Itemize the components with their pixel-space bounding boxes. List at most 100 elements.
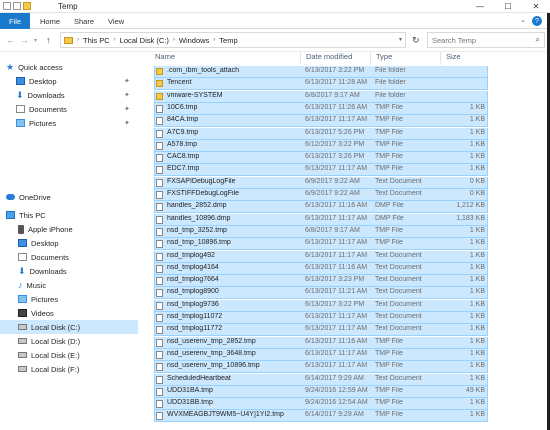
file-type: TMP File xyxy=(375,362,403,370)
file-name: nsd_tmplog9736 xyxy=(167,300,219,308)
file-row[interactable]: .com_ibm_tools_attach 6/13/2017 3:22 PM Fi… xyxy=(154,66,488,78)
file-row[interactable]: CAC8.tmp 6/13/2017 3:26 PM TMP File 1 KB xyxy=(154,152,488,165)
nav-local-disk-e[interactable]: Local Disk (E:) xyxy=(0,348,138,362)
tab-view[interactable]: View xyxy=(108,17,124,26)
file-row[interactable]: vmware-SYSTEM 6/8/2017 9:17 AM File folder xyxy=(154,90,488,103)
file-name: ScheduledHeartbeat xyxy=(167,374,231,382)
tab-home[interactable]: Home xyxy=(40,17,60,26)
nav-this-pc[interactable]: This PC xyxy=(0,208,138,222)
file-row[interactable]: nsd_tmplog4164 6/13/2017 11:16 AM Text Doc… xyxy=(154,262,488,275)
file-row[interactable]: 10C6.tmp 6/13/2017 11:26 AM TMP File 1 KB xyxy=(154,102,488,115)
file-row[interactable]: nsd_tmplog11072 6/13/2017 11:17 AM Text Do… xyxy=(154,312,488,324)
search-box[interactable]: ⌕ xyxy=(427,32,545,48)
file-row[interactable]: A7C9.tmp 6/13/2017 5:26 PM TMP File 1 KB xyxy=(154,127,488,140)
desktop-icon xyxy=(18,239,27,247)
nav-pc-downloads[interactable]: ⬇ Downloads xyxy=(0,264,138,278)
file-row[interactable]: nsd_tmplog11772 6/13/2017 11:17 AM Text Do… xyxy=(154,324,488,337)
file-icon xyxy=(156,227,163,236)
file-name: nsd_userenv_tmp_2852.tmp xyxy=(167,337,256,345)
close-button[interactable]: ✕ xyxy=(522,0,550,12)
pin-icon[interactable]: ✦ xyxy=(124,91,130,99)
nav-onedrive[interactable]: OneDrive xyxy=(0,190,138,204)
breadcrumb-local-disk-c[interactable]: Local Disk (C:) xyxy=(120,36,169,45)
file-row[interactable]: nsd_tmp_3252.tmp 6/8/2017 9:17 AM TMP File… xyxy=(154,225,488,238)
file-row[interactable]: FXSTIFFDebugLogFile 6/9/2017 9:22 AM Text … xyxy=(154,189,488,201)
disk-icon xyxy=(18,338,27,344)
nav-desktop[interactable]: Desktop ✦ xyxy=(0,74,138,88)
forward-icon[interactable]: → xyxy=(20,35,29,45)
file-row[interactable]: A578.tmp 6/12/2017 3:22 PM TMP File 1 KB xyxy=(154,139,488,152)
file-row[interactable]: EDC7.tmp 6/13/2017 11:17 AM TMP File 1 KB xyxy=(154,164,488,177)
file-row[interactable]: UDD31BB.tmp 9/24/2016 12:54 AM TMP File 1 K… xyxy=(154,398,488,411)
tab-share[interactable]: Share xyxy=(74,17,94,26)
column-divider[interactable] xyxy=(370,52,371,65)
expand-ribbon-icon[interactable]: ⌄ xyxy=(520,16,526,24)
pin-icon[interactable]: ✦ xyxy=(124,77,130,85)
address-bar[interactable]: › This PC › Local Disk (C:) › Windows › … xyxy=(60,32,406,48)
file-row[interactable]: ScheduledHeartbeat 6/14/2017 9:29 AM Text … xyxy=(154,373,488,386)
file-row[interactable]: nsd_userenv_tmp_10896.tmp 6/13/2017 11:17… xyxy=(154,361,488,374)
nav-pc-music[interactable]: ♪ Music xyxy=(0,278,138,292)
file-row[interactable]: nsd_tmplog492 6/13/2017 11:17 AM Text Docu… xyxy=(154,250,488,263)
column-header-size[interactable]: Size xyxy=(446,52,461,65)
column-header-date[interactable]: Date modified xyxy=(306,52,352,65)
nav-local-disk-f[interactable]: Local Disk (F:) xyxy=(0,362,138,376)
properties-icon[interactable] xyxy=(3,2,11,10)
minimize-button[interactable]: — xyxy=(466,0,494,12)
nav-apple-iphone[interactable]: Apple iPhone xyxy=(0,222,138,236)
nav-pc-documents[interactable]: Documents xyxy=(0,250,138,264)
breadcrumb-this-pc[interactable]: This PC xyxy=(83,36,110,45)
file-row[interactable]: UDD31BA.tmp 9/24/2016 12:59 AM TMP File 49 … xyxy=(154,385,488,398)
file-row[interactable]: handles_2852.dmp 6/13/2017 11:16 AM DMP Fi… xyxy=(154,201,488,214)
column-divider[interactable] xyxy=(300,52,301,65)
file-row[interactable]: nsd_userenv_tmp_2852.tmp 6/13/2017 11:16 … xyxy=(154,336,488,349)
file-row[interactable]: nsd_tmplog9736 6/13/2017 3:22 PM Text Docu… xyxy=(154,299,488,312)
breadcrumb-windows[interactable]: Windows xyxy=(179,36,209,45)
pin-icon[interactable]: ✦ xyxy=(124,119,130,127)
nav-local-disk-d[interactable]: Local Disk (D:) xyxy=(0,334,138,348)
file-row[interactable]: nsd_tmplog7664 6/13/2017 3:23 PM Text Docu… xyxy=(154,275,488,288)
chevron-right-icon[interactable]: › xyxy=(173,37,175,43)
file-type: Text Document xyxy=(375,190,422,197)
file-name: nsd_tmplog8900 xyxy=(167,288,219,296)
file-row[interactable]: nsd_userenv_tmp_3648.tmp 6/13/2017 11:17 … xyxy=(154,348,488,361)
nav-pc-pictures[interactable]: Pictures xyxy=(0,292,138,306)
nav-local-disk-c[interactable]: Local Disk (C:) xyxy=(0,320,138,334)
column-divider[interactable] xyxy=(440,52,441,65)
recent-locations-icon[interactable]: ▾ xyxy=(34,37,37,44)
up-icon[interactable]: ↑ xyxy=(46,35,51,45)
new-folder-icon[interactable] xyxy=(13,2,21,10)
nav-pictures[interactable]: Pictures ✦ xyxy=(0,116,138,130)
file-row[interactable]: FXSAPIDebugLogFile 6/9/2017 9:22 AM Text D… xyxy=(154,176,488,189)
file-row[interactable]: WVXMEAGBJT9WM5~U4Y]1YI2.tmp 6/14/2017 9:2… xyxy=(154,410,488,423)
file-row[interactable]: nsd_tmp_10896.tmp 6/13/2017 11:17 AM TMP F… xyxy=(154,238,488,251)
column-header-name[interactable]: Name xyxy=(155,52,175,65)
back-icon[interactable]: ← xyxy=(6,35,15,45)
file-size: 1,212 KB xyxy=(456,202,485,210)
chevron-right-icon[interactable]: › xyxy=(77,37,79,43)
nav-downloads[interactable]: ⬇ Downloads ✦ xyxy=(0,88,138,102)
nav-quick-access[interactable]: ★ Quick access xyxy=(0,60,138,74)
file-row[interactable]: handles_10896.dmp 6/13/2017 11:17 AM DMP F… xyxy=(154,213,488,226)
folder-icon xyxy=(156,68,163,75)
tab-file[interactable]: File xyxy=(0,13,30,29)
chevron-right-icon[interactable]: › xyxy=(114,37,116,43)
address-dropdown-icon[interactable]: ▾ xyxy=(399,36,402,43)
nav-pc-videos[interactable]: Videos xyxy=(0,306,138,320)
nav-documents[interactable]: Documents ✦ xyxy=(0,102,138,116)
file-row[interactable]: nsd_tmplog8900 6/13/2017 11:21 AM Text Doc… xyxy=(154,287,488,300)
pin-icon[interactable]: ✦ xyxy=(124,105,130,113)
file-icon xyxy=(156,277,163,286)
help-icon[interactable]: ? xyxy=(532,16,542,26)
search-input[interactable] xyxy=(432,35,528,45)
maximize-button[interactable]: ☐ xyxy=(494,0,522,12)
column-header-type[interactable]: Type xyxy=(376,52,392,65)
file-row[interactable]: 84CA.tmp 6/13/2017 11:17 AM TMP File 1 KB xyxy=(154,115,488,128)
nav-pc-desktop[interactable]: Desktop xyxy=(0,236,138,250)
file-icon xyxy=(156,129,163,138)
refresh-icon[interactable]: ↻ xyxy=(412,35,420,46)
file-name: nsd_tmp_10896.tmp xyxy=(167,239,231,247)
chevron-right-icon[interactable]: › xyxy=(213,37,215,43)
breadcrumb-temp[interactable]: Temp xyxy=(219,36,237,45)
file-row[interactable]: Tencent 6/13/2017 11:28 AM File folder xyxy=(154,78,488,91)
